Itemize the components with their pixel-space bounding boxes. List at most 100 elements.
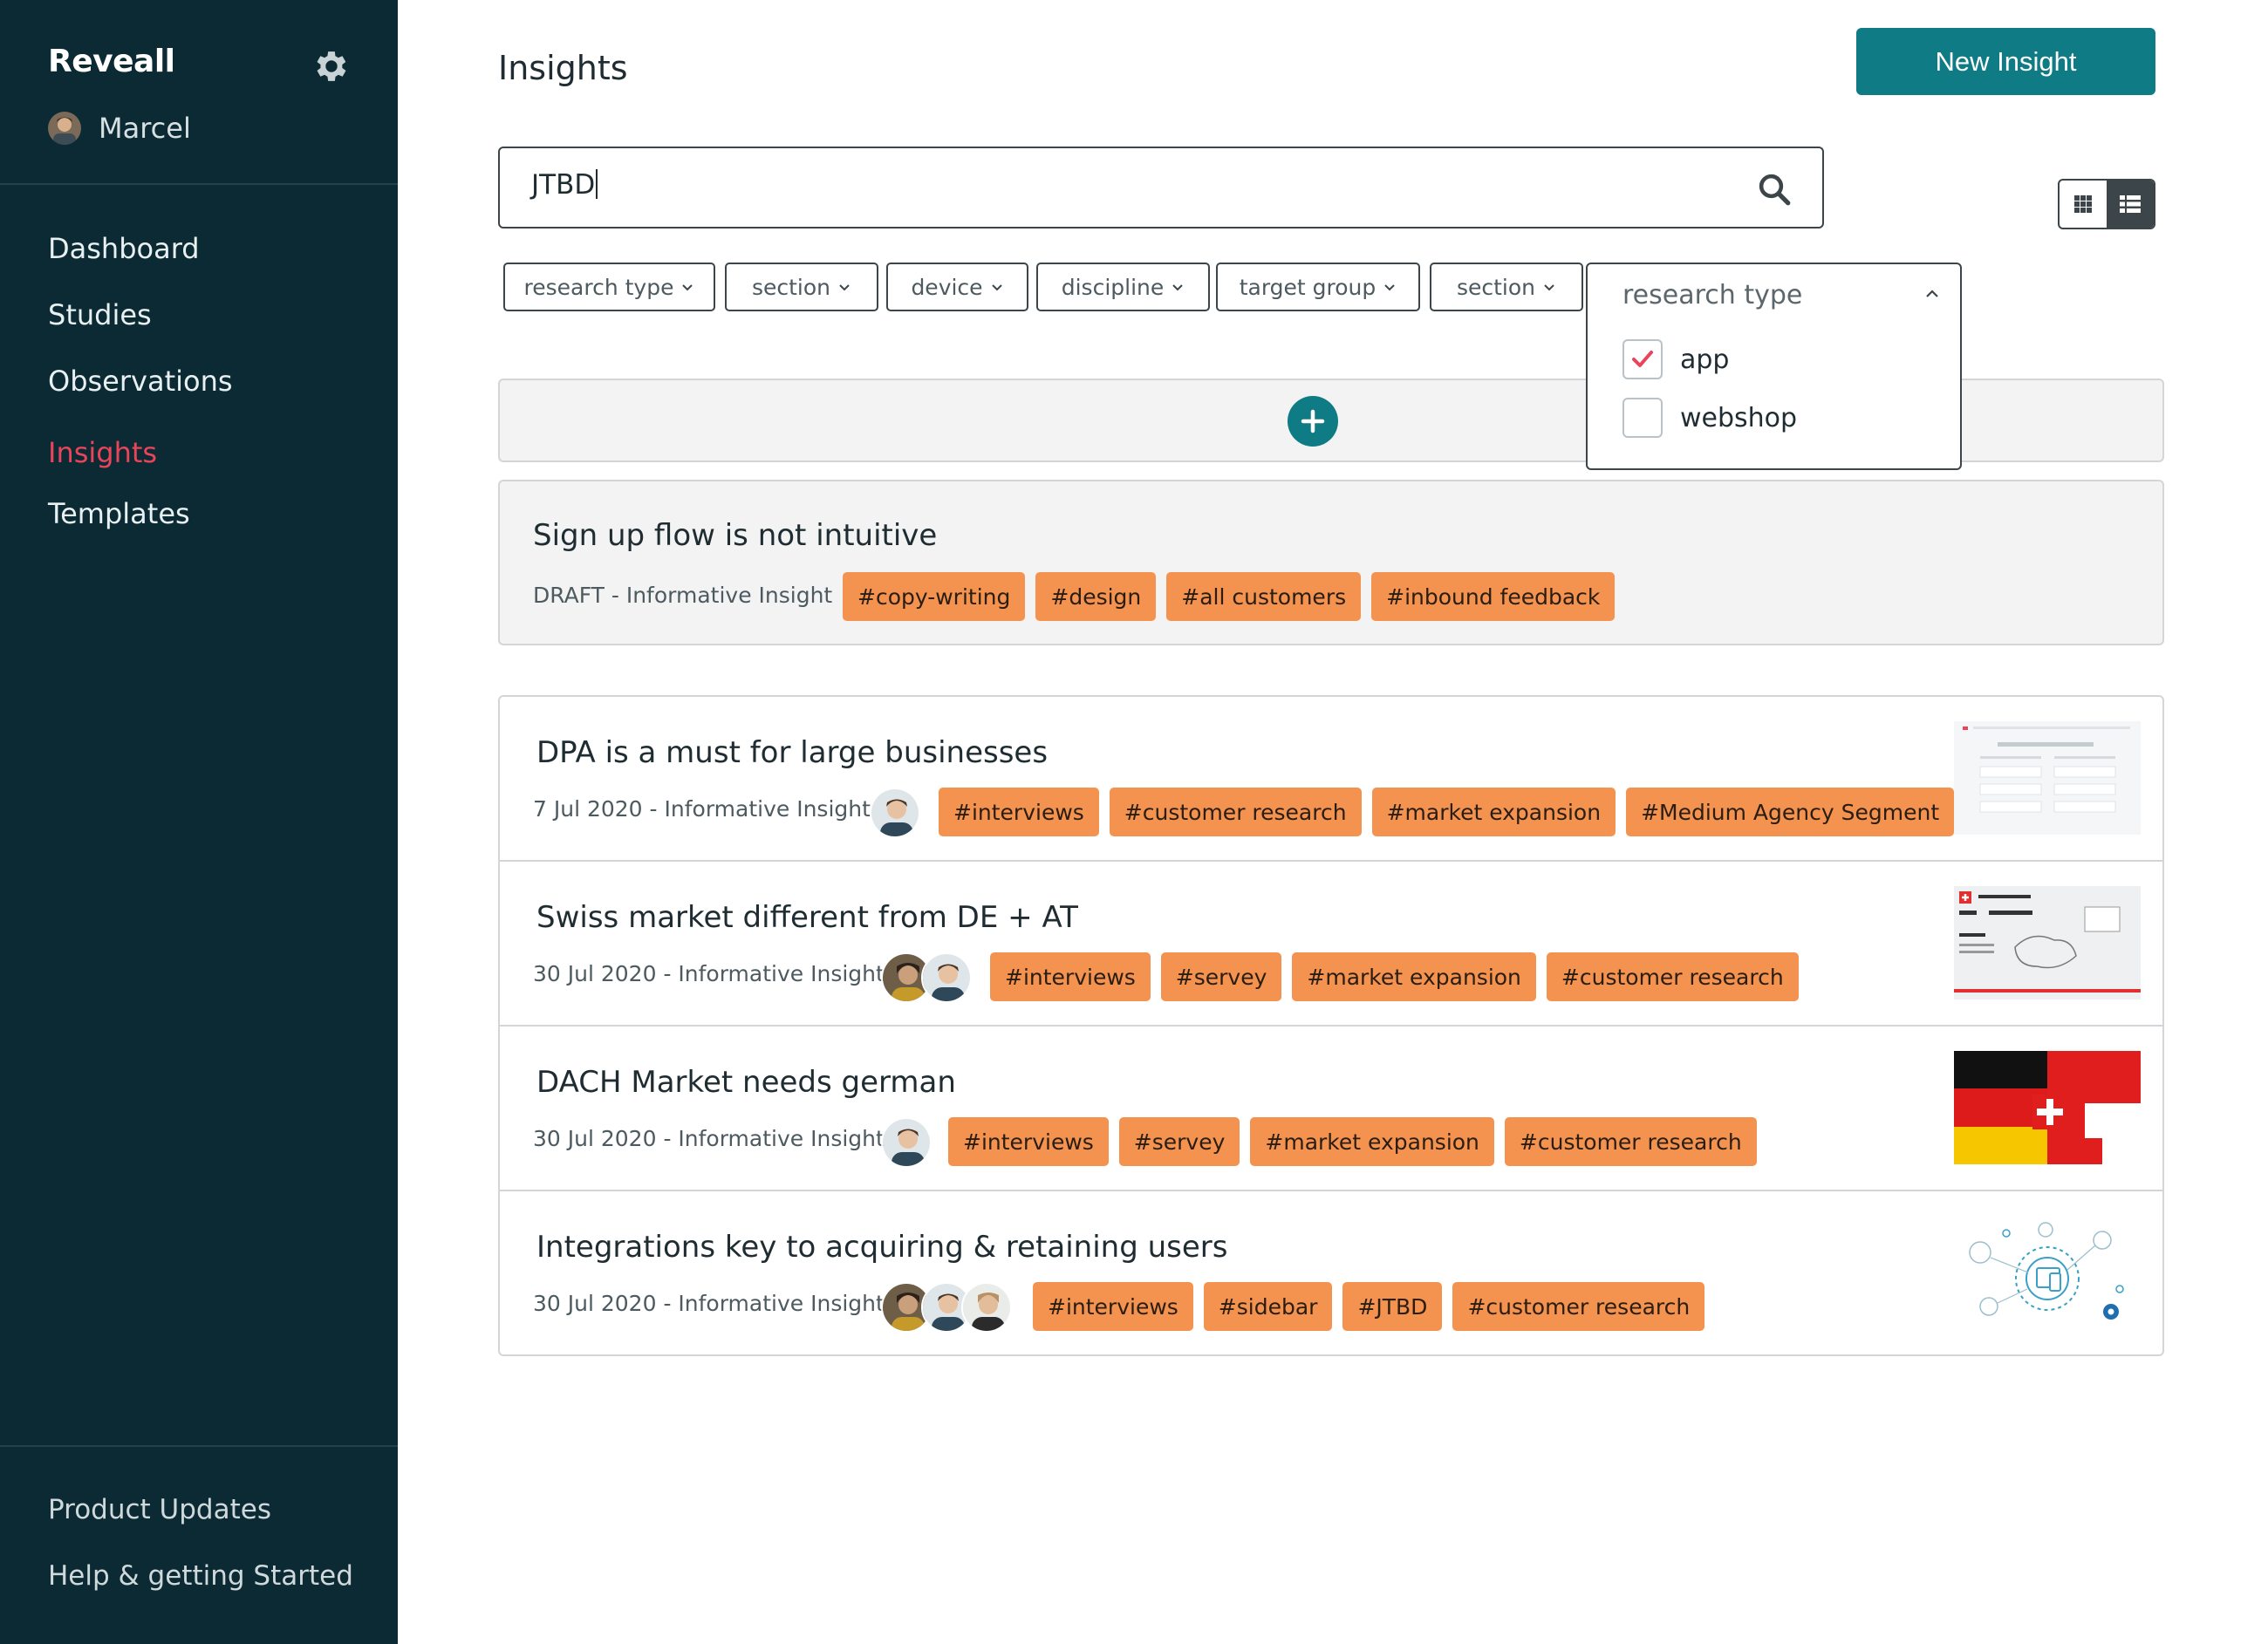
chevron-down-icon [839,284,850,291]
card-meta: DRAFT - Informative Insight [533,583,833,608]
option-label: webshop [1680,402,1798,433]
tag[interactable]: #customer research [1504,1117,1757,1166]
avatar-group [870,788,920,838]
tag[interactable]: #customer research [1546,952,1799,1001]
list-item[interactable]: Swiss market different from DE + AT 30 J… [500,862,2162,1027]
list-item[interactable]: DPA is a must for large businesses 7 Jul… [500,697,2162,862]
filter-discipline[interactable]: discipline [1036,263,1210,311]
tag[interactable]: #servey [1160,952,1282,1001]
product-updates-link[interactable]: Product Updates [48,1494,271,1525]
sidebar-divider [0,183,398,185]
filter-target-group[interactable]: target group [1216,263,1420,311]
avatar-group [881,952,972,1003]
tag-list: #interviews #customer research #market e… [939,788,1955,836]
tag[interactable]: #inbound feedback [1371,572,1616,621]
card-title[interactable]: Sign up flow is not intuitive [533,518,937,553]
filter-label: research type [523,274,674,300]
chevron-up-icon[interactable] [1923,285,1941,303]
checkmark-icon [1632,351,1653,367]
tag[interactable]: #market expansion [1250,1117,1494,1166]
tag[interactable]: #sidebar [1203,1282,1333,1331]
tag[interactable]: #all customers [1166,572,1362,621]
chevron-down-icon [682,284,693,291]
chevron-down-icon [1172,284,1183,291]
sidebar-item-observations[interactable]: Observations [48,365,233,398]
card-meta: 30 Jul 2020 - Informative Insight [533,1291,885,1316]
avatar [48,112,81,145]
chevron-down-icon [1544,284,1554,291]
insight-thumbnail [1954,1051,2141,1164]
filter-label: discipline [1061,274,1165,300]
gear-icon[interactable] [311,46,352,86]
card-meta: 30 Jul 2020 - Informative Insight [533,1126,885,1151]
avatar [881,1117,932,1168]
option-app[interactable]: app [1622,339,1729,379]
tag[interactable]: #interviews [948,1117,1109,1166]
filter-research-type[interactable]: research type [503,263,715,311]
tag[interactable]: #copy-writing [843,572,1026,621]
list-view-button[interactable] [2107,181,2154,228]
card-title[interactable]: Swiss market different from DE + AT [536,900,1078,935]
filter-label: section [1456,274,1536,300]
grid-view-button[interactable] [2060,181,2107,228]
option-label: app [1680,344,1730,375]
card-title[interactable]: Integrations key to acquiring & retainin… [536,1230,1228,1265]
search-input[interactable]: JTBD [531,169,598,201]
search-icon[interactable] [1756,171,1793,208]
sidebar-item-dashboard[interactable]: Dashboard [48,232,200,265]
sidebar-item-studies[interactable]: Studies [48,298,152,331]
help-link[interactable]: Help & getting Started [48,1560,353,1592]
checkbox-webshop[interactable] [1622,398,1663,438]
tag[interactable]: #interviews [990,952,1151,1001]
grid-icon [2074,195,2092,213]
checkbox-app[interactable] [1622,339,1663,379]
draft-insight-card[interactable]: Sign up flow is not intuitive DRAFT - In… [498,480,2164,645]
filter-label: section [751,274,831,300]
list-item[interactable]: DACH Market needs german 30 Jul 2020 - I… [500,1027,2162,1191]
search-box[interactable]: JTBD [498,147,1824,229]
option-webshop[interactable]: webshop [1622,398,1797,438]
user-name: Marcel [99,112,191,145]
sidebar-item-insights[interactable]: Insights [48,436,157,469]
user-profile[interactable]: Marcel [48,112,191,145]
list-icon [2120,195,2141,213]
avatar [921,952,972,1003]
sidebar: Reveall Marcel Dashboard Studies Observa… [0,0,398,1644]
tag[interactable]: #design [1035,572,1157,621]
insight-thumbnail [1954,721,2141,835]
add-button[interactable] [1288,396,1338,447]
search-value: JTBD [531,169,596,201]
page-title: Insights [498,49,628,87]
filter-device[interactable]: device [886,263,1028,311]
new-insight-button[interactable]: New Insight [1856,28,2155,95]
avatar-group [881,1282,1012,1333]
card-title[interactable]: DPA is a must for large businesses [536,735,1048,770]
tag-list: #interviews #servey #market expansion #c… [990,952,1799,1001]
tag[interactable]: #JTBD [1342,1282,1443,1331]
chevron-down-icon [1384,284,1395,291]
tag[interactable]: #customer research [1109,788,1362,836]
tag[interactable]: #interviews [939,788,1099,836]
tag[interactable]: #servey [1118,1117,1240,1166]
research-type-dropdown[interactable]: research type app webshop [1586,263,1962,470]
list-item[interactable]: Integrations key to acquiring & retainin… [500,1191,2162,1356]
brand-logo[interactable]: Reveall [48,44,175,79]
card-meta: 30 Jul 2020 - Informative Insight [533,961,885,986]
tag[interactable]: #market expansion [1292,952,1536,1001]
insight-thumbnail [1954,886,2141,999]
view-toggle [2058,179,2155,229]
filter-section[interactable]: section [725,263,878,311]
tag[interactable]: #market expansion [1371,788,1616,836]
tag[interactable]: #Medium Agency Segment [1626,788,1955,836]
tag[interactable]: #customer research [1452,1282,1705,1331]
filter-section-2[interactable]: section [1430,263,1583,311]
text-caret [596,169,598,199]
card-title[interactable]: DACH Market needs german [536,1065,956,1100]
filter-label: target group [1239,274,1377,300]
tag[interactable]: #interviews [1033,1282,1193,1331]
dropdown-title: research type [1622,280,1803,310]
plus-icon [1301,409,1325,433]
sidebar-item-templates[interactable]: Templates [48,497,190,530]
tag-list: #interviews #servey #market expansion #c… [948,1117,1757,1166]
sidebar-divider [0,1445,398,1447]
